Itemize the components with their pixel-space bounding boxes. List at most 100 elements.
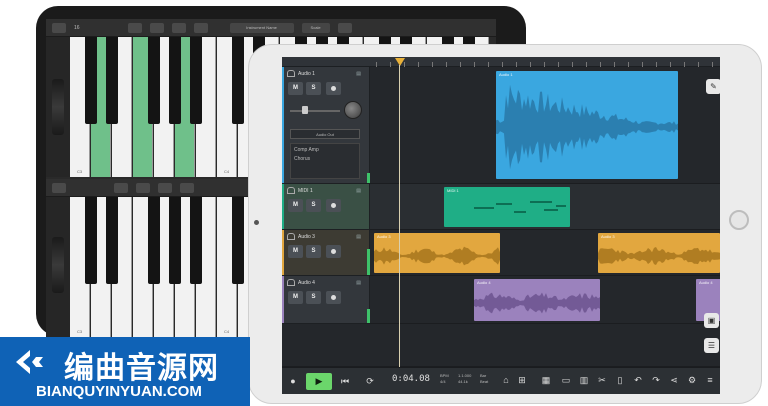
black-key[interactable] [232, 37, 244, 124]
black-key[interactable] [85, 37, 97, 124]
black-key[interactable] [169, 197, 181, 284]
track-header-midi-1[interactable]: MIDI 1 ▤ M S [282, 184, 370, 230]
settings-icon[interactable] [52, 182, 66, 193]
audio-clip[interactable]: Audio 3 [598, 233, 720, 273]
track-header-audio-3[interactable]: Audio 3 ▤ M S [282, 230, 370, 276]
menu-icon[interactable]: ≡ [704, 374, 716, 386]
black-key[interactable] [106, 197, 118, 284]
modulation-wheel[interactable] [52, 237, 64, 293]
sustain-button[interactable] [180, 182, 194, 193]
midi-clip[interactable]: MIDI 1 [444, 187, 570, 227]
octave-up-button[interactable] [136, 182, 150, 193]
midi-note[interactable] [514, 211, 526, 213]
loop-region-icon[interactable]: ▣ [704, 313, 719, 328]
file-icon[interactable]: ▯ [614, 374, 626, 386]
black-key[interactable] [148, 37, 160, 124]
black-key[interactable] [190, 197, 202, 284]
black-key[interactable] [106, 37, 118, 124]
audio-clip[interactable]: Audio 1 [496, 71, 678, 179]
black-key[interactable] [232, 197, 244, 284]
info-block-position[interactable]: 1.1.000 44.1k [458, 373, 471, 385]
solo-button[interactable]: S [306, 199, 321, 212]
midi-note[interactable] [496, 203, 512, 205]
effect-item[interactable]: Comp Amp [291, 144, 359, 153]
black-key[interactable] [169, 37, 181, 124]
playhead-marker[interactable] [395, 58, 405, 66]
track-menu-icon[interactable]: ▤ [356, 234, 361, 240]
solo-button[interactable]: S [306, 82, 321, 95]
midi-note[interactable] [530, 201, 552, 203]
pan-knob[interactable] [344, 101, 362, 119]
metronome-icon[interactable]: ⌂ [500, 374, 512, 386]
audio-clip[interactable]: Audio 3 [374, 233, 500, 273]
record-icon[interactable]: ● [286, 373, 300, 390]
midi-note[interactable] [544, 209, 558, 211]
image-icon[interactable]: ▭ [560, 374, 572, 386]
record-arm-button[interactable] [326, 291, 341, 304]
scale-selector[interactable]: Scale [301, 22, 330, 33]
undo-icon[interactable]: ↶ [632, 374, 644, 386]
piano-roll-icon[interactable]: ▥ [578, 374, 590, 386]
solo-button[interactable]: S [306, 245, 321, 258]
redo-icon[interactable]: ↷ [650, 374, 662, 386]
gear-icon[interactable]: ⚙ [686, 374, 698, 386]
info-block-tempo[interactable]: BPM 4/4 [440, 373, 449, 385]
rewind-icon[interactable]: ⏮ [338, 373, 352, 390]
solo-button[interactable]: S [306, 291, 321, 304]
record-arm-button[interactable] [326, 199, 341, 212]
volume-slider[interactable] [290, 110, 340, 112]
lock-icon[interactable] [171, 22, 186, 33]
record-arm-button[interactable] [326, 245, 341, 258]
pitch-wheel[interactable] [52, 79, 64, 135]
loop-icon[interactable]: ⟳ [362, 373, 378, 390]
preset-selector[interactable]: Instrument Name [229, 22, 294, 33]
share-icon[interactable]: ⋖ [668, 374, 680, 386]
gear-icon[interactable] [337, 22, 352, 33]
track-header-audio-1[interactable]: Audio 1 ▤ M S Audio Out Comp Amp Chorus [282, 67, 370, 184]
midi-note[interactable] [556, 205, 566, 207]
info-block-bar[interactable]: Bar Beat [480, 373, 488, 385]
track-menu-icon[interactable]: ▤ [356, 71, 361, 77]
mute-button[interactable]: M [288, 245, 303, 258]
track-name[interactable]: Audio 1 [298, 71, 315, 77]
empty-track-area[interactable] [282, 324, 720, 367]
track-header-audio-4[interactable]: Audio 4 ▤ M S [282, 276, 370, 324]
mute-button[interactable]: M [288, 199, 303, 212]
track-lane-midi-1[interactable]: MIDI 1 [370, 184, 720, 230]
midi-note[interactable] [474, 207, 494, 209]
sustain-button[interactable] [193, 22, 208, 33]
black-key[interactable] [85, 197, 97, 284]
wrench-icon[interactable]: ✎ [706, 79, 720, 94]
mixer-icon[interactable]: ☰ [704, 338, 719, 353]
track-lane-audio-4[interactable]: Audio 4 Audio 4 [370, 276, 720, 324]
track-menu-icon[interactable]: ▤ [356, 188, 361, 194]
record-arm-button[interactable] [326, 82, 341, 95]
track-name[interactable]: Audio 4 [298, 280, 315, 286]
home-button[interactable] [729, 210, 749, 230]
timeline-ruler[interactable] [370, 57, 720, 67]
track-lane-audio-1[interactable]: Audio 1 [370, 67, 720, 184]
track-menu-icon[interactable]: ▤ [356, 280, 361, 286]
output-dropdown[interactable]: Audio Out [290, 129, 360, 139]
audio-clip[interactable]: Audio 4 [474, 279, 600, 321]
track-name[interactable]: Audio 3 [298, 234, 315, 240]
record-icon [331, 249, 336, 254]
lock-icon[interactable] [158, 182, 172, 193]
track-lane-audio-3[interactable]: Audio 3 Audio 3 [370, 230, 720, 276]
volume-slider-thumb[interactable] [302, 106, 308, 114]
track-name[interactable]: MIDI 1 [298, 188, 313, 194]
mute-button[interactable]: M [288, 82, 303, 95]
octave-down-button[interactable] [114, 182, 128, 193]
cut-icon[interactable]: ✂ [596, 374, 608, 386]
play-button[interactable]: ▶ [306, 373, 332, 390]
black-key[interactable] [190, 37, 202, 124]
black-key[interactable] [148, 197, 160, 284]
mute-button[interactable]: M [288, 291, 303, 304]
effect-item[interactable]: Chorus [291, 153, 359, 162]
snap-icon[interactable]: ⊞ [516, 374, 528, 386]
track-color-strip [282, 230, 284, 275]
octave-down-button[interactable] [127, 22, 142, 33]
settings-icon[interactable] [52, 22, 66, 33]
grid-icon[interactable]: ▦ [540, 374, 552, 386]
octave-up-button[interactable] [149, 22, 164, 33]
